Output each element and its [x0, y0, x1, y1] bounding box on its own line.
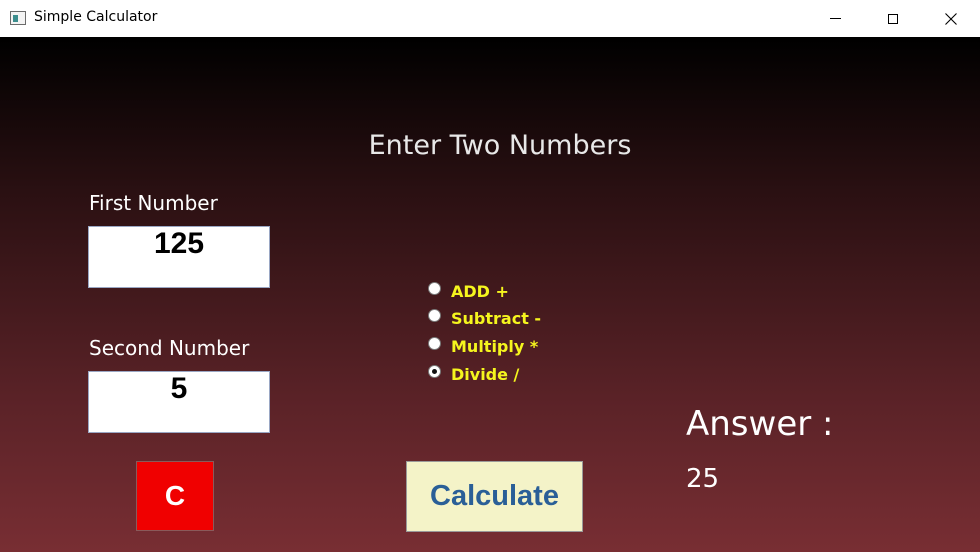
calculator-body: Enter Two Numbers First Number 125 Secon… — [0, 37, 980, 552]
radio-divide[interactable]: Divide / — [428, 364, 519, 384]
radio-subtract-circle[interactable] — [428, 308, 441, 322]
radio-multiply[interactable]: Multiply * — [428, 336, 538, 356]
second-number-input[interactable]: 5 — [88, 371, 270, 433]
radio-multiply-circle[interactable] — [428, 336, 441, 350]
second-number-label: Second Number — [89, 336, 250, 360]
maximize-icon — [888, 13, 898, 24]
minimize-button[interactable] — [806, 0, 864, 37]
app-icon — [10, 11, 26, 25]
answer-value: 25 — [686, 464, 720, 494]
radio-add-label[interactable]: ADD + — [451, 282, 509, 301]
radio-subtract-label[interactable]: Subtract - — [451, 309, 541, 328]
radio-add-circle[interactable] — [428, 281, 441, 295]
answer-label: Answer : — [686, 404, 834, 444]
radio-divide-circle[interactable] — [428, 364, 441, 378]
minimize-icon — [829, 18, 841, 19]
radio-divide-label[interactable]: Divide / — [451, 365, 519, 384]
radio-add[interactable]: ADD + — [428, 281, 509, 301]
clear-button[interactable]: C — [136, 461, 214, 531]
calculate-button[interactable]: Calculate — [406, 461, 583, 532]
close-button[interactable] — [922, 0, 980, 37]
title-bar: Simple Calculator — [0, 0, 980, 37]
first-number-label: First Number — [89, 191, 218, 215]
radio-subtract[interactable]: Subtract - — [428, 308, 541, 328]
page-title: Enter Two Numbers — [368, 130, 632, 161]
maximize-button[interactable] — [864, 0, 922, 37]
close-icon — [945, 12, 957, 25]
window-title: Simple Calculator — [34, 9, 158, 25]
radio-multiply-label[interactable]: Multiply * — [451, 337, 538, 356]
first-number-input[interactable]: 125 — [88, 226, 270, 288]
calculator-window: Simple Calculator Enter Two Numbers Firs… — [0, 0, 980, 552]
